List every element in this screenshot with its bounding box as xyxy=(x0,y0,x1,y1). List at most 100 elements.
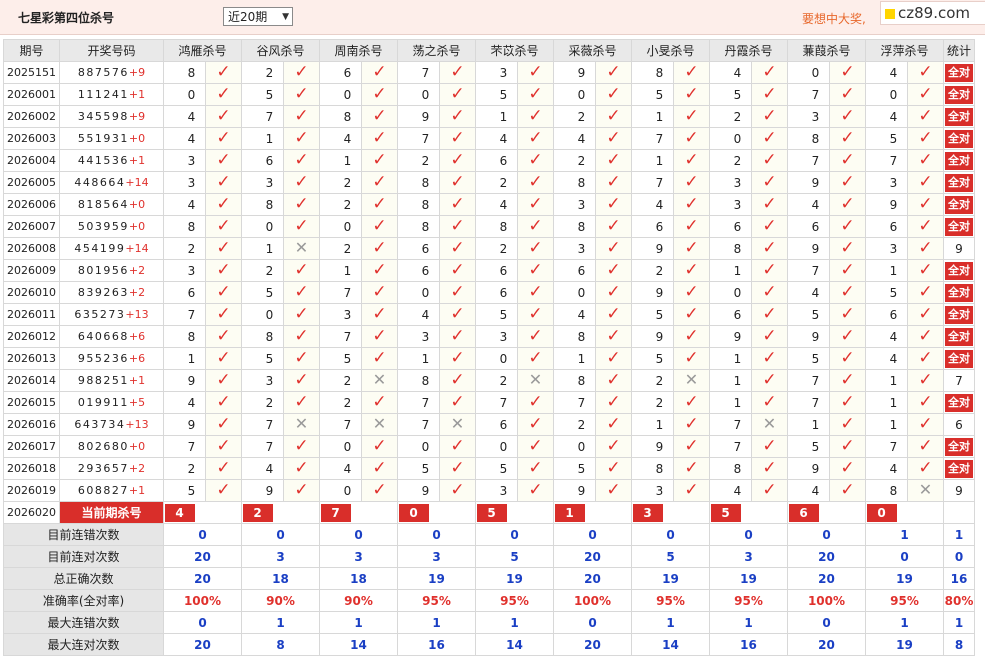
current-kill-number: 6 xyxy=(788,503,819,522)
summary-value: 95% xyxy=(397,589,476,612)
result-mark: ✓ xyxy=(907,149,944,172)
check-icon: ✓ xyxy=(528,215,543,236)
issue-cell: 2026012 xyxy=(3,325,60,348)
kill-number: 4 xyxy=(553,127,596,150)
summary-value: 20 xyxy=(553,567,632,590)
draw-cell: 454199+14 xyxy=(59,237,164,260)
kill-number: 1 xyxy=(397,347,440,370)
result-mark: ✕ xyxy=(283,413,320,436)
kill-number: 8 xyxy=(397,369,440,392)
summary-value: 20 xyxy=(787,567,866,590)
table-row: 2026012 640668+6 8 ✓ 8 ✓ 7 ✓ 3 ✓ 3 ✓ 8 ✓ 9 ✓ 9 ✓ 9 ✓ 4 ✓ 全对 xyxy=(3,325,975,348)
kill-number: 0 xyxy=(475,435,518,458)
draw-sum: +13 xyxy=(125,418,149,431)
stat-cell: 全对 xyxy=(943,259,975,282)
issue-cell: 2026019 xyxy=(3,479,60,502)
kill-number: 2 xyxy=(319,391,362,414)
draw-digits: 640668 xyxy=(77,330,129,343)
result-mark: ✓ xyxy=(829,347,866,370)
check-icon: ✓ xyxy=(450,61,465,82)
draw-cell: 448664+14 xyxy=(59,171,164,194)
check-icon: ✓ xyxy=(762,149,777,170)
result-mark: ✓ xyxy=(439,435,476,458)
result-mark: ✓ xyxy=(361,325,398,348)
kill-number: 8 xyxy=(709,457,752,480)
ad-link[interactable]: 要想中大奖, xyxy=(802,10,866,27)
kill-number: 3 xyxy=(163,171,206,194)
kill-number: 0 xyxy=(865,83,908,106)
summary-value: 0 xyxy=(709,523,788,546)
kill-number: 1 xyxy=(475,105,518,128)
summary-value: 1 xyxy=(475,611,554,634)
summary-label: 总正确次数 xyxy=(3,567,164,590)
result-mark: ✓ xyxy=(907,105,944,128)
kill-number: 9 xyxy=(709,325,752,348)
kill-number: 2 xyxy=(475,237,518,260)
kill-number: 2 xyxy=(553,413,596,436)
result-mark: ✓ xyxy=(829,127,866,150)
result-mark: ✓ xyxy=(361,61,398,84)
result-mark: ✓ xyxy=(283,281,320,304)
check-icon: ✓ xyxy=(294,325,309,346)
result-mark: ✓ xyxy=(907,457,944,480)
kill-number: 5 xyxy=(631,83,674,106)
kill-number: 0 xyxy=(553,435,596,458)
summary-value: 8 xyxy=(943,633,975,656)
kill-number: 7 xyxy=(241,105,284,128)
period-select[interactable]: 近20期 ▼ xyxy=(223,7,293,26)
result-mark: ✓ xyxy=(361,347,398,370)
table-row: 2026004 441536+1 3 ✓ 6 ✓ 1 ✓ 2 ✓ 6 ✓ 2 ✓ 1 ✓ 2 ✓ 7 ✓ 7 ✓ 全对 xyxy=(3,149,975,172)
result-mark: ✓ xyxy=(595,413,632,436)
check-icon: ✓ xyxy=(684,193,699,214)
check-icon: ✓ xyxy=(216,325,231,346)
kill-number: 0 xyxy=(553,281,596,304)
kill-number: 8 xyxy=(241,325,284,348)
result-mark: ✓ xyxy=(751,105,788,128)
all-correct-badge: 全对 xyxy=(945,63,973,82)
check-icon: ✓ xyxy=(216,369,231,390)
kill-number: 2 xyxy=(709,105,752,128)
kill-number: 4 xyxy=(865,61,908,84)
result-mark: ✓ xyxy=(205,303,242,326)
check-icon: ✓ xyxy=(216,391,231,412)
check-icon: ✓ xyxy=(840,237,855,258)
kill-number: 4 xyxy=(241,457,284,480)
kill-number: 3 xyxy=(241,171,284,194)
check-icon: ✓ xyxy=(918,435,933,456)
kill-number: 2 xyxy=(475,369,518,392)
check-icon: ✓ xyxy=(684,479,699,500)
result-mark: ✓ xyxy=(829,193,866,216)
kill-number: 1 xyxy=(709,391,752,414)
current-kill-label: 当前期杀号 xyxy=(59,501,164,524)
kill-number: 9 xyxy=(397,479,440,502)
result-mark: ✓ xyxy=(907,193,944,216)
result-mark: ✓ xyxy=(907,413,944,436)
check-icon: ✓ xyxy=(762,479,777,500)
draw-cell: 801956+2 xyxy=(59,259,164,282)
check-icon: ✓ xyxy=(528,479,543,500)
check-icon: ✓ xyxy=(372,259,387,280)
col-expert: 蒹葭杀号 xyxy=(787,39,866,62)
check-icon: ✓ xyxy=(528,149,543,170)
result-mark: ✓ xyxy=(751,479,788,502)
check-icon: ✓ xyxy=(762,303,777,324)
check-icon: ✓ xyxy=(450,457,465,478)
check-icon: ✓ xyxy=(918,369,933,390)
kill-number: 4 xyxy=(163,391,206,414)
kill-number: 8 xyxy=(163,215,206,238)
kill-number: 4 xyxy=(319,457,362,480)
stat-cell: 全对 xyxy=(943,149,975,172)
kill-number: 1 xyxy=(865,369,908,392)
result-mark: ✓ xyxy=(517,127,554,150)
draw-cell: 802680+0 xyxy=(59,435,164,458)
check-icon: ✓ xyxy=(372,171,387,192)
kill-number: 4 xyxy=(865,325,908,348)
kill-number: 1 xyxy=(709,369,752,392)
summary-row: 准确率(全对率) 100% 90% 90% 95% 95% 100% 95% 95% 100% 95… xyxy=(3,589,975,612)
issue-cell: 2026007 xyxy=(3,215,60,238)
result-mark: ✓ xyxy=(907,391,944,414)
check-icon: ✓ xyxy=(528,237,543,258)
result-mark: ✓ xyxy=(517,193,554,216)
kill-number: 6 xyxy=(163,281,206,304)
result-mark: ✓ xyxy=(205,259,242,282)
